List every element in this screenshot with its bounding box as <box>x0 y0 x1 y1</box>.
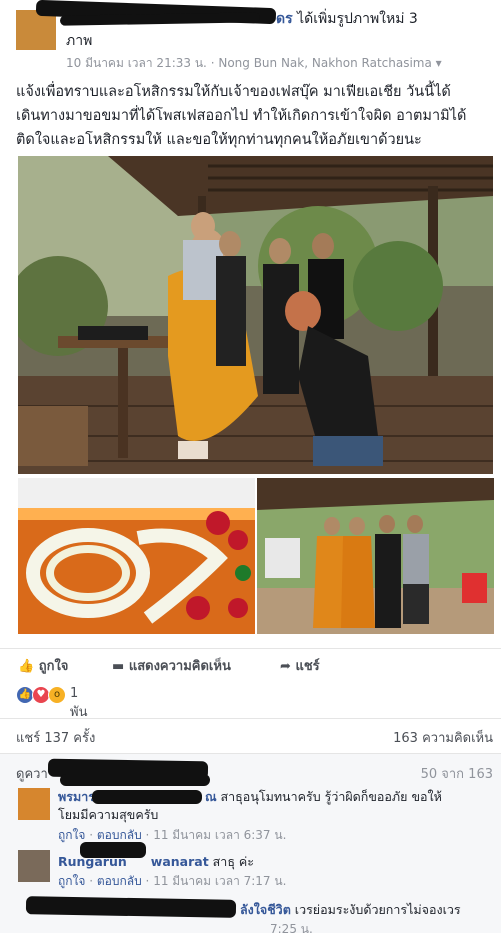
group-photo[interactable] <box>257 478 494 634</box>
post-caption: แจ้งเพื่อทราบและอโหสิกรรมให้กับเจ้าของเฟ… <box>16 80 492 152</box>
share-button[interactable]: ➦ แชร์ <box>280 655 320 676</box>
commenter-name-tail[interactable]: ลังใจชีวิต <box>240 902 291 917</box>
main-photo-image <box>18 156 493 474</box>
chevron-down-icon[interactable]: ▾ <box>436 56 442 70</box>
comments-pagination: 50 จาก 163 <box>420 767 493 782</box>
caption-line: แจ้งเพื่อทราบและอโหสิกรรมให้กับเจ้าของเฟ… <box>16 84 451 100</box>
share-label: แชร์ <box>295 659 320 674</box>
comment-body: ลังใจชีวิต เวรย่อมระงับด้วยการไม่จองเวร <box>240 900 461 920</box>
caption-line: ติดใจและอโหสิกรรมให้ และขอให้ทุกท่านทุกค… <box>16 132 422 148</box>
share-arrow-icon: ➦ <box>280 659 291 674</box>
post-meta: 10 มีนาคม เวลา 21:33 น. · Nong Bun Nak, … <box>66 54 442 73</box>
commenter-name-tail[interactable]: wanarat <box>151 854 209 869</box>
comment-text: สาธุ ค่ะ <box>212 854 254 869</box>
garland-photo[interactable] <box>18 478 255 634</box>
comment-text: สาธุอนุโมทนาครับ รู้ว่าผิดก็ขออภัย ขอให้ <box>220 789 442 804</box>
commenter-avatar[interactable] <box>18 788 50 820</box>
garland-photo-image <box>18 478 255 634</box>
post-action-text: ดร ได้เพิ่มรูปภาพใหม่ 3 <box>276 8 418 30</box>
redacted-commenter <box>92 790 202 804</box>
commenter-name-tail[interactable]: ณ <box>205 789 217 804</box>
comment-reply-link[interactable]: ตอบกลับ <box>97 828 142 842</box>
comment-text: โยมมีความสุขครับ <box>58 807 159 822</box>
thumbs-up-icon: 👍 <box>18 659 35 674</box>
share-count-link[interactable]: แชร์ 137 ครั้ง <box>16 727 95 748</box>
comment-meta: 7:25 น. <box>270 920 313 939</box>
view-more-comments[interactable]: ดูควา <box>16 763 48 784</box>
post-stats-bar: แชร์ 137 ครั้ง 163 ความคิดเห็น <box>0 718 501 754</box>
meta-separator: · <box>210 56 215 70</box>
redacted-commenter <box>25 896 237 918</box>
comment-reply-link[interactable]: ตอบกลับ <box>97 874 142 888</box>
post-actions-bar: 👍 ถูกใจ ▬ แสดงความคิดเห็น ➦ แชร์ <box>0 648 501 679</box>
wow-icon: o <box>48 686 66 704</box>
redacted-name-2 <box>59 12 261 26</box>
main-photo[interactable] <box>18 156 493 474</box>
post-action-line2: ภาพ <box>66 33 93 49</box>
comment-label: แสดงความคิดเห็น <box>128 659 231 674</box>
comment-like-link[interactable]: ถูกใจ <box>58 828 85 842</box>
comment-text: เวรย่อมระงับด้วยการไม่จองเวร <box>294 902 461 917</box>
comment-icon: ▬ <box>112 659 125 674</box>
comment-count-link[interactable]: 163 ความคิดเห็น <box>393 727 493 748</box>
comment-button[interactable]: ▬ แสดงความคิดเห็น <box>112 655 231 676</box>
poster-name-tail[interactable]: ดร <box>276 11 293 27</box>
commenter-avatar[interactable] <box>18 850 50 882</box>
reactions-count: 1 พัน <box>70 686 88 720</box>
caption-line: เดินทางมาขอขมาที่ได้โพสเฟสออกไป ทำให้เกิ… <box>16 108 467 124</box>
comment-meta: ถูกใจ · ตอบกลับ · 11 มีนาคม เวลา 7:17 น. <box>58 874 287 888</box>
redacted-view-more-2 <box>60 774 210 786</box>
view-more-label: ดูควา <box>16 767 48 782</box>
commenter-name[interactable]: พรมาร <box>58 789 95 804</box>
post-timestamp[interactable]: 10 มีนาคม เวลา 21:33 น. <box>66 56 207 70</box>
comment-timestamp[interactable]: 11 มีนาคม เวลา 7:17 น. <box>153 874 286 888</box>
like-label: ถูกใจ <box>38 659 69 674</box>
post-header: ดร ได้เพิ่มรูปภาพใหม่ 3 ภาพ <box>0 0 501 52</box>
group-photo-image <box>257 478 494 634</box>
comment-timestamp[interactable]: 11 มีนาคม เวลา 6:37 น. <box>153 828 286 842</box>
like-button[interactable]: 👍 ถูกใจ <box>18 655 68 676</box>
post-location[interactable]: Nong Bun Nak, Nakhon Ratchasima <box>218 56 432 70</box>
comment-timestamp[interactable]: 7:25 น. <box>270 922 313 936</box>
comments-section: ดูควา 50 จาก 163 พรมาร ณ สาธุอนุโมทนาครับ… <box>0 754 501 936</box>
redacted-commenter <box>80 842 146 858</box>
comment-like-link[interactable]: ถูกใจ <box>58 874 85 888</box>
post-action-suffix: ได้เพิ่มรูปภาพใหม่ 3 <box>297 11 418 27</box>
